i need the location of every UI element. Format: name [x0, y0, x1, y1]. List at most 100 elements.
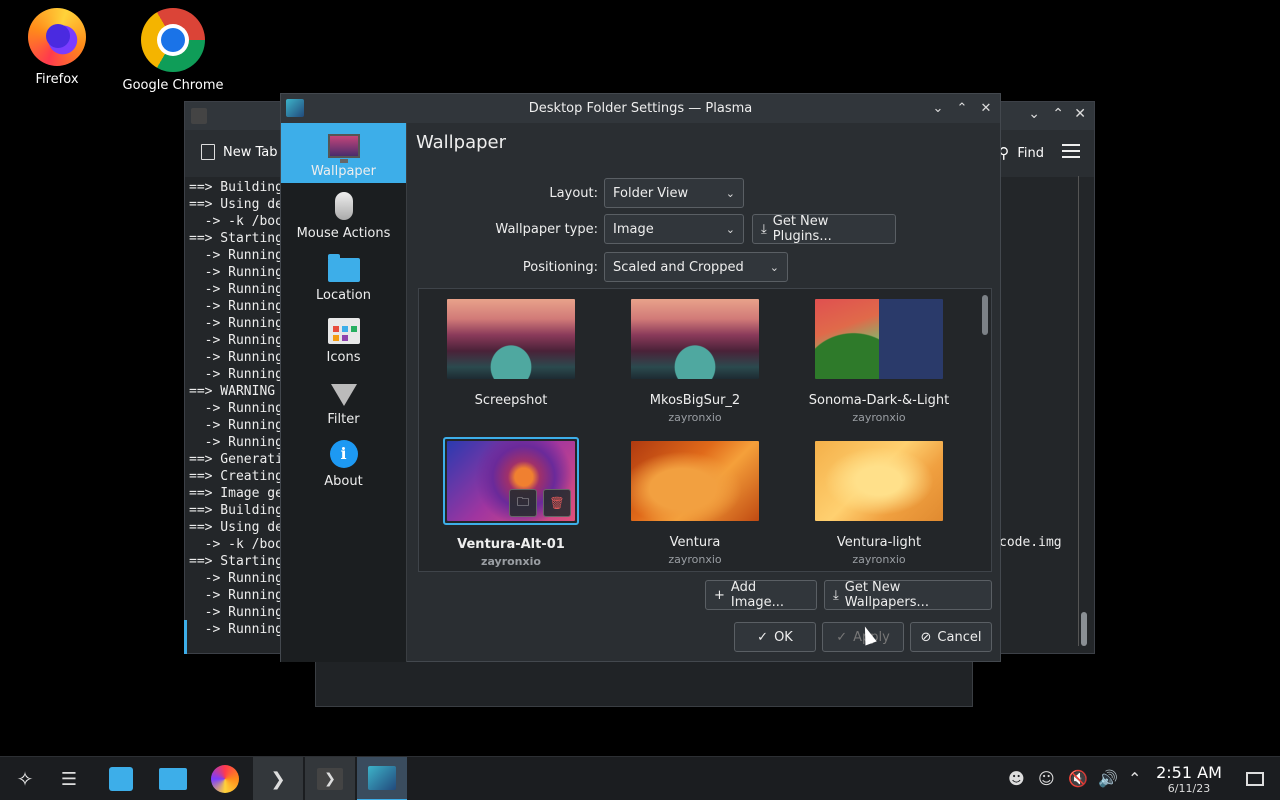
close-icon[interactable]: ✕	[1074, 106, 1086, 122]
steamos-logo-icon: ✧	[16, 767, 34, 791]
application-launcher-button[interactable]: ✧	[0, 757, 50, 800]
find-button[interactable]: ⚲ Find	[998, 144, 1044, 162]
download-icon: ⤓	[833, 587, 839, 603]
wallpaper-author: zayronxio	[481, 555, 541, 568]
settings-sidebar: Wallpaper Mouse Actions Location Icons F…	[281, 123, 407, 662]
show-desktop-icon	[1246, 772, 1264, 786]
new-tab-label: New Tab	[223, 144, 278, 160]
wallpaper-grid-scrollbar[interactable]	[982, 295, 988, 335]
minimize-icon[interactable]: ⌄	[928, 94, 948, 123]
wallpaper-thumbnail	[815, 441, 943, 521]
wallpaper-name: Ventura-light	[836, 535, 922, 550]
sidebar-item-label: Mouse Actions	[296, 226, 391, 241]
sidebar-item-icons[interactable]: Icons	[281, 307, 406, 369]
chrome-icon	[141, 8, 205, 72]
taskbar-window-settings[interactable]	[357, 757, 407, 800]
positioning-label: Positioning:	[522, 259, 598, 275]
task-manager-settings-button[interactable]: ☰	[44, 757, 94, 800]
folder-icon	[159, 768, 187, 790]
wallpaper-author: zayronxio	[852, 553, 906, 566]
positioning-select[interactable]: Scaled and Cropped ⌄	[604, 252, 788, 282]
wallpaper-item[interactable]: Ventura-light zayronxio	[804, 441, 954, 566]
chevron-up-icon[interactable]: ⌃	[1128, 769, 1141, 788]
clock[interactable]: 2:51 AM 6/11/23	[1152, 763, 1226, 795]
checkmark-icon: ✓	[836, 629, 848, 645]
terminal-output-tail: code.img	[999, 535, 1062, 550]
audio-muted-icon[interactable]: 🔇	[1068, 769, 1088, 788]
sidebar-item-about[interactable]: i About	[281, 431, 406, 493]
taskbar-window-konsole[interactable]: ❯	[305, 757, 355, 800]
wallpaper-type-label: Wallpaper type:	[495, 221, 598, 237]
wallpaper-name: Sonoma-Dark-&-Light	[808, 393, 950, 408]
wallpaper-item[interactable]: Screepshot	[436, 299, 586, 408]
wallpaper-thumbnail	[631, 441, 759, 521]
wallpaper-thumbnail	[447, 299, 575, 379]
chevron-down-icon: ⌄	[769, 260, 779, 274]
add-image-button[interactable]: + Add Image...	[705, 580, 817, 610]
firefox-icon	[211, 765, 239, 793]
wallpaper-item[interactable]: MkosBigSur_2 zayronxio	[620, 299, 770, 424]
find-label: Find	[1017, 145, 1044, 161]
wallpaper-item[interactable]: Sonoma-Dark-&-Light zayronxio	[804, 299, 954, 424]
cancel-button[interactable]: ⊘ Cancel	[910, 622, 992, 652]
app-icon: ❯	[270, 768, 286, 790]
get-new-plugins-button[interactable]: ⤓ Get New Plugins...	[752, 214, 896, 244]
layout-label: Layout:	[549, 185, 598, 201]
show-desktop-button[interactable]	[1230, 757, 1280, 800]
minimize-icon[interactable]: ⌄	[1028, 106, 1040, 122]
icons-icon	[327, 318, 360, 344]
taskbar-window-app[interactable]: ❯	[253, 757, 303, 800]
monitor-icon	[327, 134, 360, 163]
layout-select[interactable]: Folder View ⌄	[604, 178, 744, 208]
sidebar-item-label: Icons	[326, 350, 361, 365]
user-switch-icon[interactable]: ☺	[1038, 769, 1055, 788]
filter-icon	[330, 384, 357, 406]
desktop-icon-firefox[interactable]: Firefox	[2, 8, 112, 87]
maximize-icon[interactable]: ⌃	[1052, 106, 1064, 122]
sidebar-item-label: Wallpaper	[310, 164, 377, 179]
get-new-wallpapers-button[interactable]: ⤓ Get New Wallpapers...	[824, 580, 992, 610]
page-title: Wallpaper	[416, 132, 507, 153]
user-icon[interactable]: ☻	[1008, 769, 1025, 788]
firefox-taskbar-button[interactable]	[200, 757, 250, 800]
sidebar-item-wallpaper[interactable]: Wallpaper	[281, 123, 406, 183]
ok-button[interactable]: ✓ OK	[734, 622, 816, 652]
get-new-wallpapers-label: Get New Wallpapers...	[844, 580, 929, 610]
wallpaper-name: MkosBigSur_2	[649, 393, 741, 408]
new-tab-icon	[201, 144, 215, 160]
maximize-icon[interactable]: ⌃	[952, 94, 972, 123]
chevron-down-icon: ⌄	[725, 222, 735, 236]
file-manager-button[interactable]	[148, 757, 198, 800]
positioning-value: Scaled and Cropped	[613, 259, 744, 275]
add-image-label: Add Image...	[730, 580, 785, 610]
terminal-scrollbar[interactable]	[1081, 612, 1087, 646]
sidebar-item-filter[interactable]: Filter	[281, 369, 406, 431]
taskbar: ✧ ☰ ❯ ❯ ☻ ☺ 🔇 🔊 ⌃ 2:51 AM 6/11/23	[0, 756, 1280, 800]
wallpaper-type-select[interactable]: Image ⌄	[604, 214, 744, 244]
close-icon[interactable]: ✕	[976, 94, 996, 123]
wallpaper-grid: Screepshot MkosBigSur_2 zayronxio Sonoma…	[418, 288, 992, 572]
new-tab-button[interactable]: New Tab	[201, 144, 278, 160]
desktop-icon-chrome[interactable]: Google Chrome	[118, 8, 228, 93]
wallpaper-author: zayronxio	[668, 553, 722, 566]
wallpaper-name: Screepshot	[474, 393, 548, 408]
wallpaper-item[interactable]: Ventura zayronxio	[620, 441, 770, 566]
delete-icon[interactable]: 🗑	[543, 489, 571, 517]
selected-thumbnail-frame: 🗀 🗑	[443, 437, 579, 525]
get-new-plugins-label: Get New Plugins...	[772, 214, 832, 244]
discover-store-button[interactable]	[96, 757, 146, 800]
layout-row: Layout: Folder View ⌄	[408, 178, 744, 208]
sidebar-item-location[interactable]: Location	[281, 245, 406, 307]
sidebar-item-mouse-actions[interactable]: Mouse Actions	[281, 183, 406, 245]
chevron-down-icon: ⌄	[725, 186, 735, 200]
hamburger-menu-icon[interactable]	[1062, 144, 1080, 158]
volume-icon[interactable]: 🔊	[1098, 769, 1118, 788]
sliders-icon: ☰	[60, 768, 78, 790]
open-folder-icon[interactable]: 🗀	[509, 489, 537, 517]
checkmark-icon: ✓	[757, 629, 769, 645]
terminal-divider	[1078, 176, 1079, 646]
wallpaper-type-row: Wallpaper type: Image ⌄ ⤓ Get New Plugin…	[408, 214, 896, 244]
desktop-folder-settings-dialog: Desktop Folder Settings — Plasma ⌄ ⌃ ✕ W…	[280, 93, 1001, 662]
wallpaper-item-selected[interactable]: 🗀 🗑 Ventura-Alt-01 zayronxio	[436, 437, 586, 568]
wallpaper-author: zayronxio	[852, 411, 906, 424]
